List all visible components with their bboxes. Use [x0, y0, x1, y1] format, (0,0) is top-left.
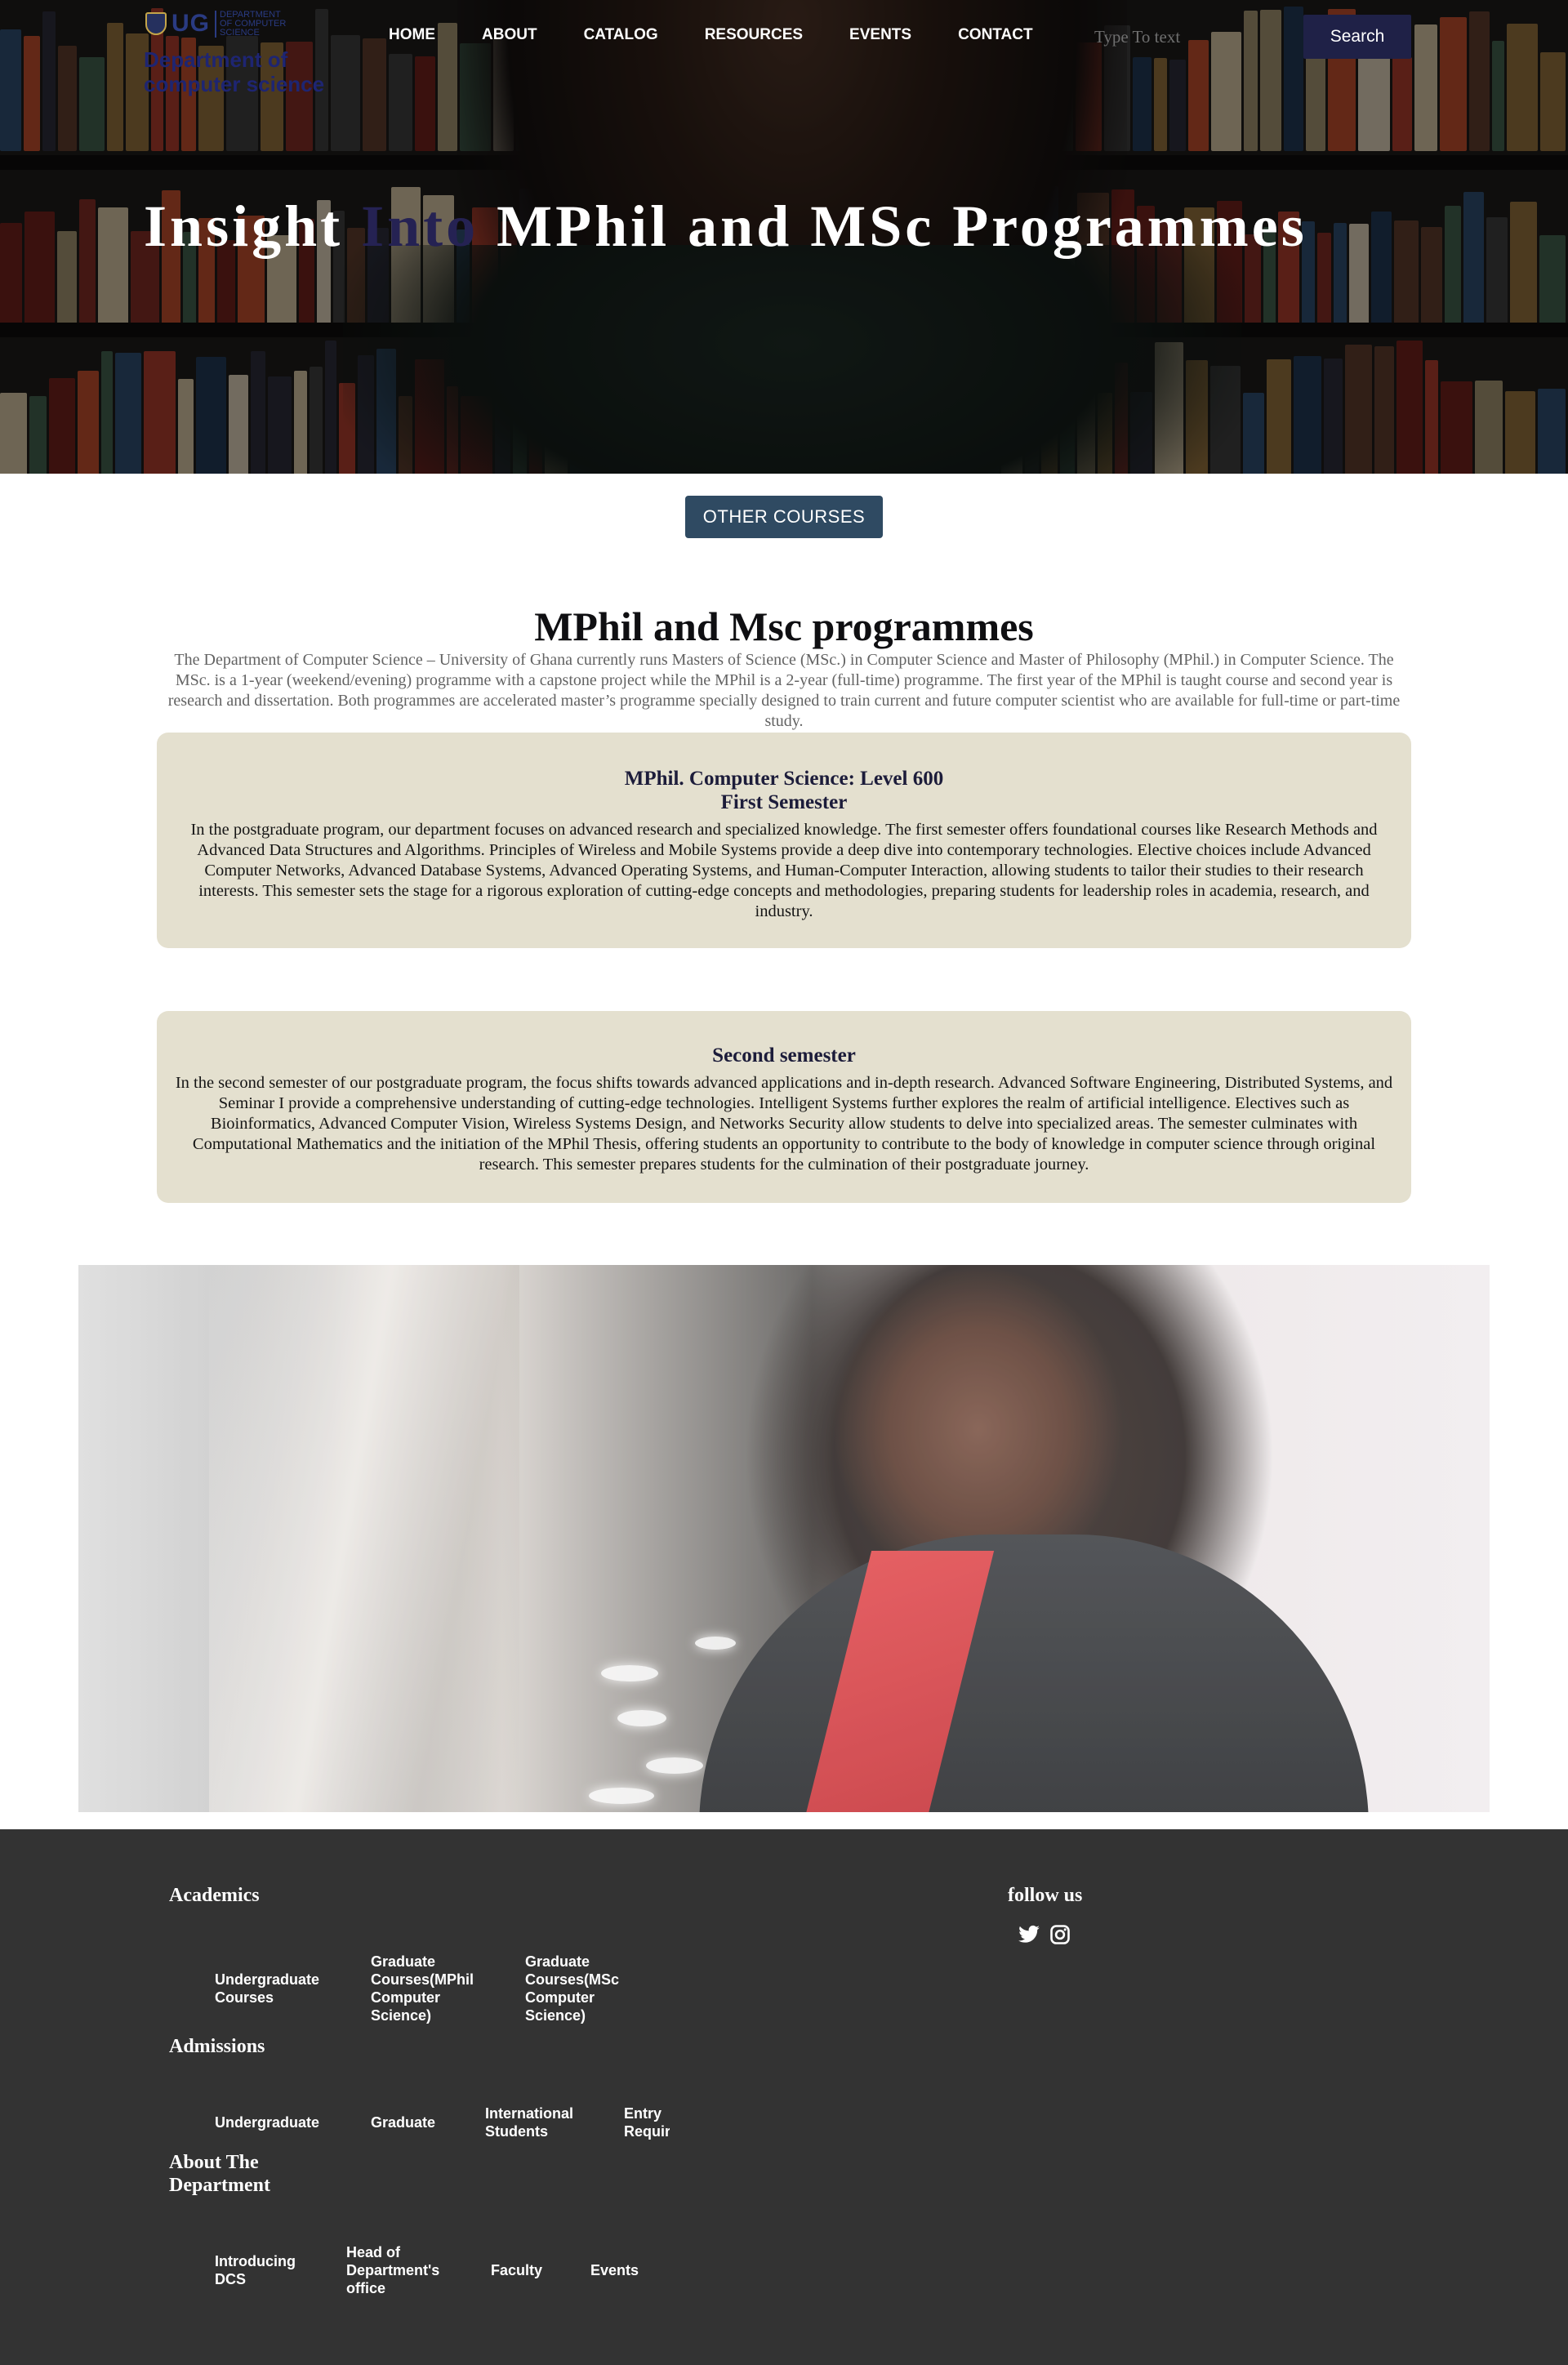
nav-home[interactable]: HOME	[389, 26, 435, 44]
crest-icon	[145, 12, 167, 35]
second-semester-card: Second semester In the second semester o…	[157, 1011, 1411, 1203]
instagram-icon[interactable]	[1049, 1923, 1071, 1946]
university-logo[interactable]: UG DEPARTMENT OF COMPUTER SCIENCE	[145, 10, 290, 38]
footer-link-graduate-msc[interactable]: Graduate Courses(MSc Computer Science)	[525, 1953, 631, 2024]
graduate-photo	[78, 1265, 1490, 1812]
first-semester-card: MPhil. Computer Science: Level 600 First…	[157, 733, 1411, 948]
hero-title-part1: Insight	[144, 194, 362, 259]
nav-events[interactable]: EVENTS	[849, 26, 911, 44]
search-button[interactable]: Search	[1303, 15, 1411, 59]
other-courses-button[interactable]: OTHER COURSES	[685, 496, 883, 538]
twitter-icon[interactable]	[1018, 1923, 1040, 1946]
social-links	[1018, 1923, 1071, 1946]
second-semester-title: Second semester	[712, 1044, 856, 1067]
logo-text: UG	[172, 10, 210, 37]
section-title: MPhil and Msc programmes	[534, 603, 1034, 649]
nav-catalog[interactable]: CATALOG	[584, 26, 658, 44]
hero-title-part2: MPhil and MSc Programmes	[479, 194, 1307, 259]
footer-follow-heading: follow us	[1008, 1885, 1083, 1906]
footer-link-hod-office[interactable]: Head of Department's office	[346, 2243, 469, 2297]
nav-about[interactable]: ABOUT	[482, 26, 537, 44]
footer-link-faculty[interactable]: Faculty	[491, 2261, 572, 2279]
footer-link-graduate-mphil[interactable]: Graduate Courses(MPhil Computer Science)	[371, 1953, 493, 2024]
programmes-intro: The Department of Computer Science – Uni…	[167, 651, 1401, 730]
footer-link-entry-requirements[interactable]: Entry Requirements	[624, 2104, 670, 2140]
second-semester-text: In the second semester of our postgradua…	[175, 1074, 1393, 1174]
hero-title-accent: Into	[361, 194, 479, 259]
logo-subtext: DEPARTMENT OF COMPUTER SCIENCE	[215, 10, 290, 38]
main-nav: HOME ABOUT CATALOG RESOURCES EVENTS CONT…	[389, 26, 1080, 44]
card-title-semester: First Semester	[720, 791, 848, 813]
footer-link-undergraduate-courses[interactable]: Undergraduate Courses	[215, 1971, 337, 2006]
footer-link-graduate[interactable]: Graduate	[371, 2113, 469, 2131]
footer-academics-heading: Academics	[169, 1885, 260, 1906]
hero-title: Insight Into MPhil and MSc Programmes	[144, 193, 1307, 261]
footer-link-international-students[interactable]: International Students	[485, 2104, 599, 2140]
top-navigation-bar: UG DEPARTMENT OF COMPUTER SCIENCE Depart…	[0, 0, 1568, 106]
first-semester-text: In the postgraduate program, our departm…	[190, 821, 1378, 920]
nav-contact[interactable]: CONTACT	[958, 26, 1032, 44]
nav-resources[interactable]: RESOURCES	[705, 26, 803, 44]
footer-admissions-heading: Admissions	[169, 2036, 265, 2057]
department-name: Department of computer science	[144, 47, 325, 96]
search-input[interactable]	[1080, 15, 1305, 59]
footer-link-introducing-dcs[interactable]: Introducing DCS	[215, 2252, 321, 2288]
footer-link-events[interactable]: Events	[590, 2261, 672, 2279]
footer-link-undergraduate[interactable]: Undergraduate	[215, 2113, 345, 2131]
card-title-level: MPhil. Computer Science: Level 600	[624, 768, 944, 790]
footer-about-heading: About The Department	[169, 2152, 270, 2196]
hero-banner: UG DEPARTMENT OF COMPUTER SCIENCE Depart…	[0, 0, 1568, 474]
